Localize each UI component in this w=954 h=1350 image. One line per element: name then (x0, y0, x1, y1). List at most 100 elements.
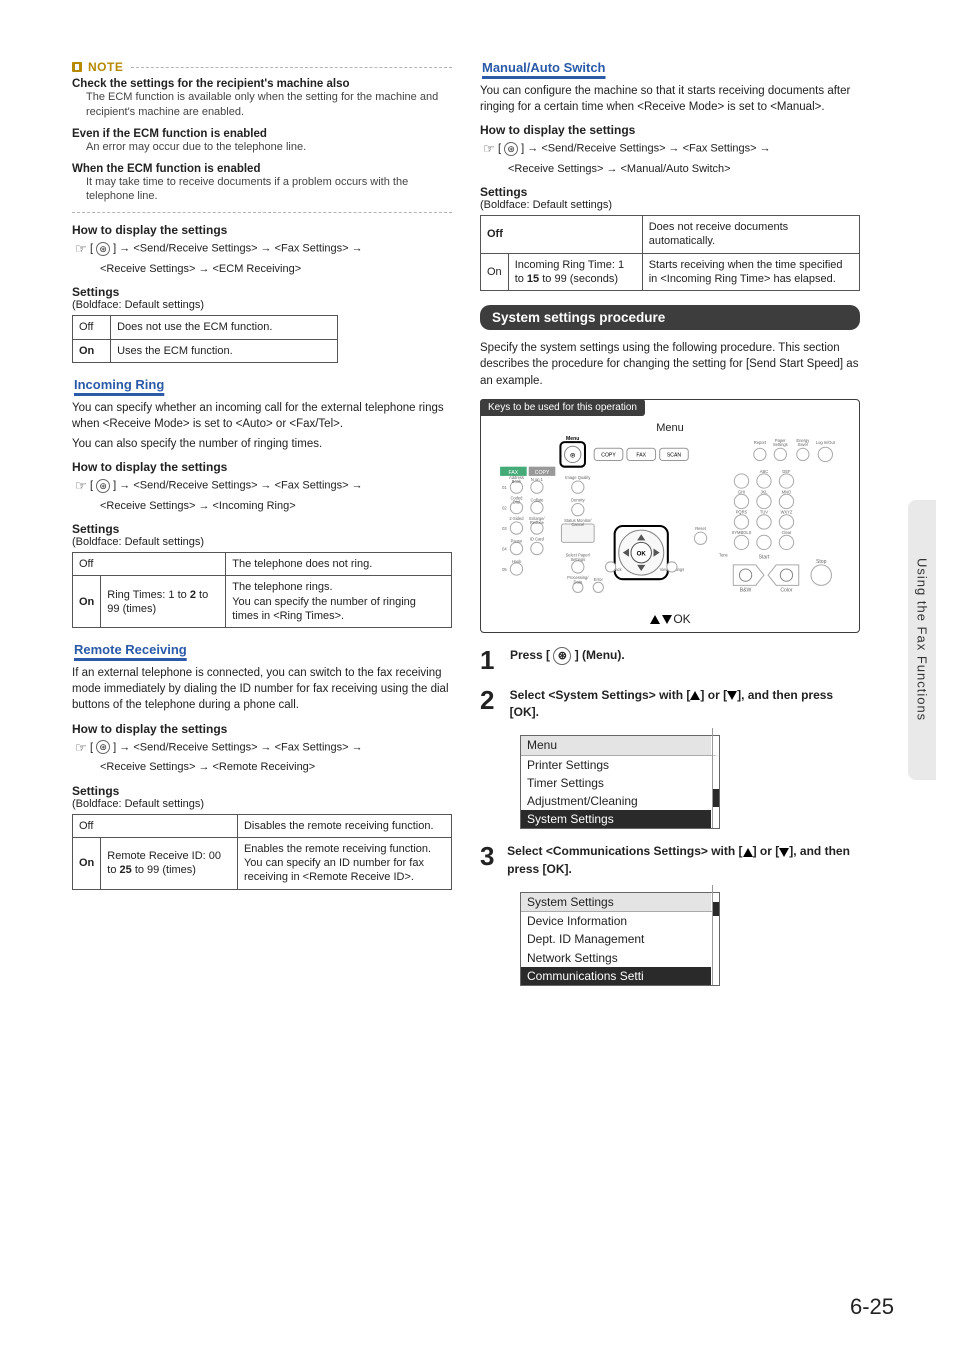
remote-off-key: Off (73, 814, 238, 837)
how-to-heading-3: How to display the settings (72, 722, 452, 736)
boldface-note: (Boldface: Default settings) (72, 299, 452, 311)
svg-text:Saver: Saver (798, 442, 809, 447)
lcd-1-item-0: Printer Settings (521, 756, 719, 774)
svg-text:ID Card: ID Card (530, 536, 544, 541)
note-title-1: Check the settings for the recipient's m… (72, 78, 452, 90)
settings-label: Settings (72, 285, 452, 299)
manual-off-val: Does not receive documents automatically… (642, 216, 859, 254)
svg-text:GHI: GHI (738, 489, 745, 494)
svg-text:Menu: Menu (566, 436, 579, 442)
lcd-2: System Settings Device Information Dept.… (520, 892, 720, 986)
note-body-1: The ECM function is available only when … (86, 90, 452, 120)
manual-p: You can configure the machine so that it… (480, 83, 860, 115)
incoming-p1: You can specify whether an incoming call… (72, 400, 452, 432)
svg-text:03: 03 (502, 526, 507, 531)
svg-text:B&W: B&W (740, 587, 752, 593)
boldface-note-4: (Boldface: Default settings) (480, 199, 860, 211)
lcd-1-item-3: System Settings (521, 810, 719, 828)
svg-text:Log In/Out: Log In/Out (816, 440, 836, 445)
up-triangle-icon (690, 691, 700, 700)
ecm-off-key: Off (73, 316, 111, 339)
path-prefix: ] → <Send/Receive Settings> → <Fax Setti… (110, 480, 363, 492)
svg-text:TUV: TUV (760, 509, 768, 514)
remote-on-val: Enables the remote receiving function. Y… (237, 837, 451, 889)
svg-text:Error: Error (594, 577, 604, 582)
svg-text:Density: Density (571, 497, 586, 502)
svg-text:Settings: Settings (571, 556, 586, 561)
svg-text:01: 01 (502, 485, 507, 490)
svg-text:2-Sided: 2-Sided (510, 516, 524, 521)
svg-text:Image Quality: Image Quality (565, 475, 591, 480)
step-3-text: Select <Communications Settings> with []… (507, 843, 860, 878)
svg-text:SYMBOLS: SYMBOLS (732, 530, 752, 535)
svg-text:05: 05 (502, 567, 507, 572)
settings-label-3: Settings (72, 784, 452, 798)
note-title-3: When the ECM function is enabled (72, 163, 452, 175)
svg-text:SCAN: SCAN (667, 452, 682, 458)
lcd-1-item-1: Timer Settings (521, 774, 719, 792)
svg-text:Book: Book (512, 479, 522, 484)
incoming-off-key: Off (73, 553, 226, 576)
lcd-2-item-2: Network Settings (521, 949, 719, 967)
note-label-text: NOTE (88, 60, 123, 74)
manual-path-2: <Receive Settings> → <Manual/Auto Switch… (508, 161, 860, 178)
svg-text:Tone: Tone (719, 552, 729, 557)
lcd-scrollbar (712, 728, 720, 828)
step-1-text: Press [ ⊛ ] (Menu). (510, 647, 625, 665)
how-to-heading: How to display the settings (72, 223, 452, 237)
ecm-table: OffDoes not use the ECM function. OnUses… (72, 315, 338, 363)
incoming-p2: You can also specify the number of ringi… (72, 436, 452, 452)
step-1-num: 1 (480, 647, 500, 673)
path-prefix: ] → <Send/Receive Settings> → <Fax Setti… (110, 741, 363, 753)
lcd-1-wrap: Menu Printer Settings Timer Settings Adj… (480, 727, 720, 829)
up-triangle-icon (743, 848, 753, 857)
incoming-on-val: The telephone rings. You can specify the… (226, 576, 452, 628)
svg-text:Hook: Hook (512, 558, 522, 563)
keys-box: Keys to be used for this operation Menu … (480, 399, 860, 633)
svg-text:Cancel: Cancel (572, 522, 585, 527)
svg-text:DEF: DEF (783, 468, 792, 473)
remote-path-2: <Receive Settings> → <Remote Receiving> (100, 759, 452, 776)
boldface-note-3: (Boldface: Default settings) (72, 798, 452, 810)
svg-text:N on 1: N on 1 (531, 477, 544, 482)
hand-icon: ☞ (72, 476, 90, 496)
side-tab-label: Using the Fax Functions (915, 558, 930, 721)
down-triangle-icon (727, 691, 737, 700)
manual-bold: 15 (527, 273, 539, 285)
svg-text:Collate: Collate (531, 497, 544, 502)
lcd-1-title: Menu (521, 736, 719, 755)
svg-text:MNO: MNO (782, 489, 792, 494)
remote-on-mid: Remote Receive ID: 00 to 25 to 99 (times… (101, 837, 238, 889)
system-settings-banner: System settings procedure (480, 305, 860, 330)
ecm-on-key: On (73, 339, 111, 362)
lcd-scrollbar-thumb (713, 789, 719, 807)
svg-text:Dial: Dial (513, 499, 520, 504)
menu-button-icon: ⊛ (553, 647, 571, 665)
svg-text:Stop: Stop (816, 558, 827, 564)
manual-table: Off Does not receive documents automatic… (480, 215, 860, 291)
menu-button-icon: ⊛ (96, 479, 110, 493)
step-2: 2 Select <System Settings> with [] or []… (480, 687, 860, 722)
svg-text:⊛: ⊛ (570, 451, 576, 459)
remote-p: If an external telephone is connected, y… (72, 665, 452, 713)
menu-button-icon: ⊛ (504, 142, 518, 156)
lcd-2-item-0: Device Information (521, 912, 719, 930)
down-triangle-icon (779, 848, 789, 857)
hand-icon: ☞ (72, 239, 90, 259)
control-panel-diagram: ⊛ Menu COPY FAX SCAN FAX COPY 01 Address… (496, 436, 844, 610)
incoming-table: Off The telephone does not ring. On Ring… (72, 552, 452, 628)
svg-text:04: 04 (502, 546, 507, 551)
manual-off-key: Off (481, 216, 643, 254)
incoming-bold: 2 (190, 589, 196, 601)
ok-line: ▲▼OKOK (481, 612, 859, 626)
ecm-path-2: <Receive Settings> → <ECM Receiving> (100, 261, 452, 278)
menu-word: Menu (481, 422, 859, 434)
svg-text:Reduce: Reduce (530, 520, 545, 525)
how-to-heading-4: How to display the settings (480, 123, 860, 137)
lcd-1-item-2: Adjustment/Cleaning (521, 792, 719, 810)
incoming-on-key: On (73, 576, 101, 628)
hand-icon: ☞ (72, 738, 90, 758)
svg-text:Start: Start (759, 554, 770, 560)
svg-text:Report: Report (754, 440, 767, 445)
how-to-heading-2: How to display the settings (72, 460, 452, 474)
